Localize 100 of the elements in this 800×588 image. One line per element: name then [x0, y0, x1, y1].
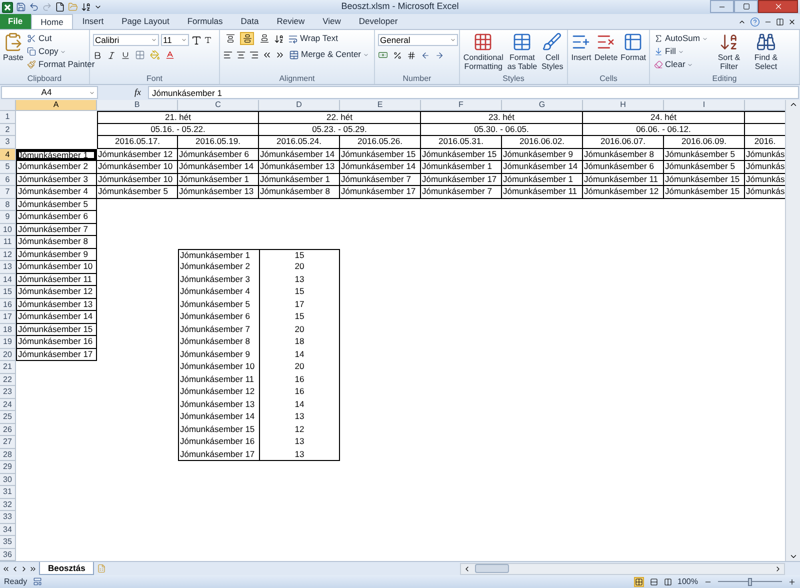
ribbon-tab[interactable]: Page Layout — [112, 14, 178, 29]
grow-font-button[interactable] — [191, 34, 202, 46]
number-format-field[interactable]: General — [378, 34, 458, 46]
last-sheet-button[interactable] — [29, 564, 37, 572]
maximize-button[interactable] — [734, 0, 758, 13]
previous-sheet-button[interactable] — [11, 564, 19, 572]
delete-button[interactable]: Delete — [594, 32, 618, 73]
next-sheet-button[interactable] — [20, 564, 28, 572]
column-header[interactable]: D — [259, 100, 340, 111]
page-layout-button[interactable] — [650, 578, 658, 586]
row-header[interactable]: 31 — [0, 486, 16, 498]
undo-button[interactable] — [29, 2, 39, 12]
row-header[interactable]: 24 — [0, 398, 16, 411]
row-header[interactable]: 27 — [0, 436, 16, 448]
ribbon-tab[interactable]: Review — [268, 14, 314, 29]
function-label[interactable]: fx — [101, 86, 145, 100]
zoom-slider-thumb[interactable] — [748, 578, 752, 586]
vertical-scrollbar[interactable] — [785, 100, 800, 561]
row-header[interactable]: 28 — [0, 448, 16, 461]
column-header[interactable]: C — [178, 100, 259, 111]
cell-styles-button[interactable]: Cell Styles — [540, 32, 564, 73]
format-painter-button[interactable]: Format Painter — [26, 58, 96, 71]
font-family-field[interactable]: Calibri — [93, 34, 159, 46]
merge-center-button[interactable]: Merge & Center — [288, 48, 370, 61]
row-header[interactable]: 2 — [0, 124, 16, 136]
ribbon-tab[interactable]: Developer — [350, 14, 407, 29]
close-button[interactable] — [758, 0, 798, 13]
row-header[interactable]: 36 — [0, 548, 16, 561]
row-header[interactable]: 21 — [0, 361, 16, 374]
row-header[interactable]: 10 — [0, 224, 16, 236]
row-header[interactable]: 1 — [0, 111, 16, 124]
row-header[interactable]: 19 — [0, 336, 16, 348]
row-header[interactable]: 30 — [0, 474, 16, 486]
sheet-tab[interactable]: Beosztás — [39, 562, 94, 575]
row-header[interactable]: 35 — [0, 536, 16, 548]
copy-button[interactable]: Copy — [26, 45, 96, 58]
vertical-align-button[interactable] — [240, 32, 254, 45]
page-break-button[interactable] — [664, 578, 672, 586]
underline-button[interactable] — [121, 50, 130, 60]
row-header[interactable]: 17 — [0, 311, 16, 324]
align-left-button[interactable] — [223, 50, 233, 60]
autosum-button[interactable]: AutoSum — [653, 32, 709, 45]
sort-filter-button[interactable]: Sort & Filter — [712, 32, 746, 73]
format-button[interactable]: Format — [620, 32, 646, 73]
ribbon-tab[interactable]: View — [314, 14, 350, 29]
row-header[interactable]: 5 — [0, 161, 16, 174]
row-header[interactable]: 26 — [0, 424, 16, 436]
clear-button[interactable]: Clear — [653, 58, 709, 71]
new-button[interactable] — [55, 2, 65, 12]
sort-button[interactable] — [81, 2, 91, 12]
column-header[interactable]: E — [340, 100, 421, 111]
row-header[interactable]: 23 — [0, 386, 16, 398]
fill-button[interactable]: Fill — [653, 45, 709, 58]
zoom-slider[interactable] — [718, 578, 782, 586]
column-header[interactable]: G — [502, 100, 583, 111]
row-header[interactable]: 3 — [0, 136, 16, 148]
decrease-decimal-button[interactable] — [435, 50, 444, 60]
font-size-field[interactable]: 11 — [161, 34, 189, 46]
first-sheet-button[interactable] — [2, 564, 10, 572]
ribbon-tab[interactable]: Home — [30, 14, 74, 29]
align-right-button[interactable] — [249, 50, 259, 60]
name-box[interactable]: A4 — [1, 86, 98, 99]
format-as-table-button[interactable]: Format as Table — [506, 32, 538, 73]
row-header[interactable]: 4 — [0, 148, 16, 161]
column-header[interactable]: B — [97, 100, 178, 111]
row-header[interactable]: 16 — [0, 298, 16, 311]
row-header[interactable]: 12 — [0, 248, 16, 261]
row-header[interactable]: 15 — [0, 286, 16, 298]
save-button[interactable] — [16, 2, 26, 12]
percent-button[interactable] — [393, 50, 402, 60]
fill-color-button[interactable] — [150, 50, 160, 60]
increase-decimal-button[interactable] — [421, 50, 430, 60]
row-header[interactable]: 33 — [0, 511, 16, 524]
row-header[interactable]: 32 — [0, 498, 16, 511]
conditional-formatting-button[interactable]: Conditional Formatting — [463, 32, 504, 73]
bold-button[interactable] — [93, 50, 102, 60]
increase-indent-button[interactable] — [275, 50, 285, 60]
horizontal-scrollbar[interactable] — [460, 562, 785, 574]
row-header[interactable]: 6 — [0, 174, 16, 186]
row-header[interactable]: 13 — [0, 261, 16, 274]
normal-view-button[interactable] — [634, 576, 644, 586]
wrap-text-button[interactable]: Wrap Text — [287, 32, 339, 45]
align-center-button[interactable] — [236, 50, 246, 60]
column-header[interactable]: F — [421, 100, 502, 111]
row-header[interactable]: 22 — [0, 374, 16, 386]
row-header[interactable]: 14 — [0, 274, 16, 286]
row-header[interactable]: 11 — [0, 236, 16, 248]
file-tab[interactable]: File — [0, 14, 31, 29]
column-header[interactable]: A — [16, 100, 97, 111]
customize-button[interactable] — [94, 3, 102, 11]
find-select-button[interactable]: Find & Select — [748, 32, 783, 73]
paste-button[interactable]: Paste — [3, 32, 24, 73]
italic-button[interactable] — [107, 50, 116, 60]
ribbon-tab[interactable]: Formulas — [178, 14, 232, 29]
currency-button[interactable] — [378, 50, 388, 60]
font-color-button[interactable] — [165, 50, 175, 60]
decrease-indent-button[interactable] — [262, 50, 272, 60]
row-header[interactable]: 20 — [0, 348, 16, 361]
row-header[interactable]: 18 — [0, 324, 16, 336]
row-header[interactable]: 29 — [0, 461, 16, 474]
